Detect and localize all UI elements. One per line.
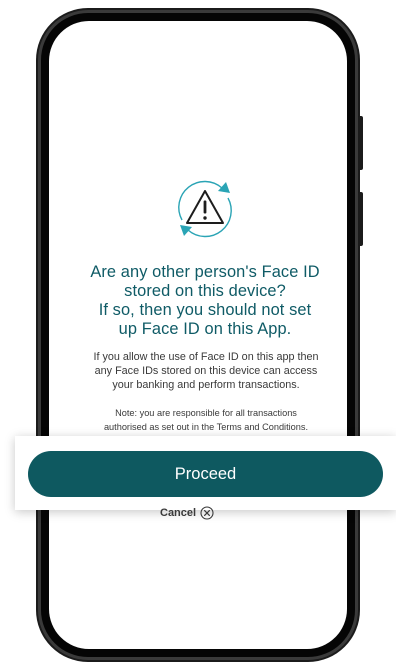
dialog-body: If you allow the use of Face ID on this …	[78, 350, 334, 392]
dialog-title-line: If so, then you should not set	[98, 301, 312, 319]
warning-refresh-icon	[178, 180, 232, 238]
dialog-body-line: any Face IDs stored on this device can a…	[94, 365, 318, 377]
stage: Are any other person's Face ID stored on…	[0, 0, 396, 664]
dialog-note: Note: you are responsible for all transa…	[66, 406, 346, 434]
dialog-title: Are any other person's Face ID stored on…	[60, 263, 350, 339]
dialog-title-line: stored on this device?	[124, 282, 286, 300]
cancel-label: Cancel	[160, 507, 197, 519]
proceed-button[interactable]: Proceed	[28, 451, 383, 497]
face-id-warning-dialog: Are any other person's Face ID stored on…	[0, 0, 396, 664]
close-circle-icon	[200, 506, 214, 520]
dialog-title-line: Are any other person's Face ID	[90, 263, 320, 281]
cancel-button[interactable]: Cancel	[160, 504, 214, 522]
dialog-body-line: your banking and perform transactions.	[112, 379, 300, 391]
dialog-title-line: up Face ID on this App.	[118, 320, 292, 338]
dialog-note-line: authorised as set out in the Terms and C…	[103, 422, 309, 432]
dialog-note-line: Note: you are responsible for all transa…	[115, 408, 297, 418]
dialog-body-line: If you allow the use of Face ID on this …	[93, 351, 319, 363]
